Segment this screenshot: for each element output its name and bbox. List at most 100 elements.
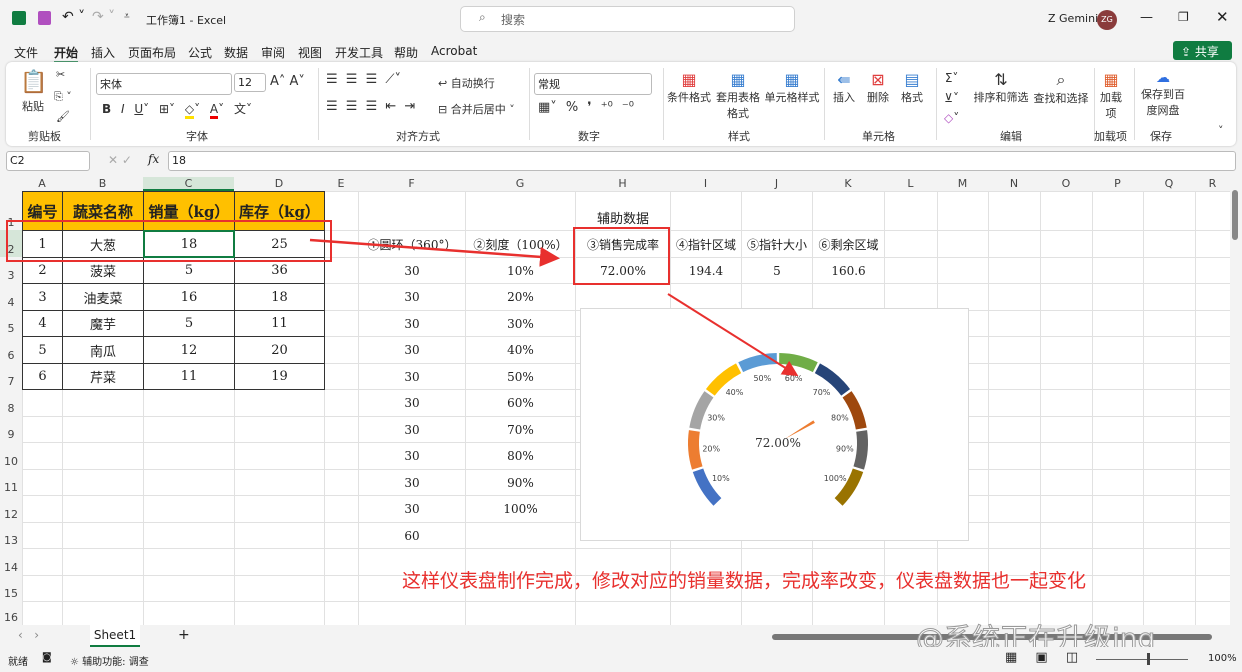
editing-small-icons[interactable]: Σ˅ ⊻˅ ◇˅ <box>944 68 959 128</box>
row-header-14[interactable]: 14 <box>0 548 22 575</box>
align-horiz-buttons[interactable]: ☰ ☰ ☰ ⇤ ⇥ <box>326 99 415 114</box>
scale-value[interactable]: 40% <box>465 336 576 364</box>
table-cell[interactable]: 魔芋 <box>62 310 144 337</box>
aux-header[interactable]: ②刻度（100%） <box>465 230 576 258</box>
add-sheet-button[interactable]: + <box>178 627 190 643</box>
scale-value[interactable]: 90% <box>465 469 576 496</box>
column-header-H[interactable]: H <box>575 177 670 191</box>
row-header-9[interactable]: 9 <box>0 416 22 442</box>
undo-icon[interactable]: ↶ ˅ <box>62 9 85 25</box>
table-cell[interactable]: 18 <box>234 283 325 311</box>
sort-filter-button[interactable]: ⇅ 排序和筛选 <box>970 70 1032 105</box>
font-grow-shrink-icon[interactable]: A˄ A˅ <box>270 74 305 89</box>
row-header-4[interactable]: 4 <box>0 283 22 310</box>
scale-value[interactable]: 70% <box>465 416 576 443</box>
table-cell[interactable]: 南瓜 <box>62 336 144 364</box>
paste-icon[interactable]: 📋 <box>20 70 47 95</box>
scale-value[interactable]: 60% <box>465 389 576 417</box>
table-cell[interactable]: 19 <box>234 363 325 390</box>
table-cell[interactable]: 4 <box>22 310 63 337</box>
scale-value[interactable]: 10% <box>465 257 576 284</box>
merge-center-button[interactable]: ⊟ 合并后居中 ˅ <box>438 101 515 117</box>
cell-styles-button[interactable]: ▦ 单元格样式 <box>762 70 822 105</box>
font-size-select[interactable]: 12 <box>234 73 266 92</box>
ring-value[interactable]: 30 <box>358 257 466 284</box>
tab-insert[interactable]: 插入 <box>91 44 115 61</box>
column-header-P[interactable]: P <box>1092 177 1143 191</box>
table-cell[interactable]: 20 <box>234 336 325 364</box>
format-as-table-button[interactable]: ▦ 套用表格格式 <box>714 70 762 121</box>
zoom-slider-thumb[interactable] <box>1147 653 1150 665</box>
scale-value[interactable]: 80% <box>465 442 576 470</box>
scale-value[interactable]: 100% <box>465 495 576 523</box>
column-header-O[interactable]: O <box>1040 177 1092 191</box>
row-header-16[interactable]: 16 <box>0 601 22 625</box>
gauge-chart[interactable]: 10% 20% 30% 40% 50% 60% 70% 80% 90% 100% 72.00% <box>580 308 969 541</box>
tab-home[interactable]: 开始 <box>54 44 79 63</box>
table-cell[interactable]: 5 <box>143 310 235 337</box>
save-baidu-button[interactable]: ☁ 保存到百度网盘 <box>1140 70 1186 118</box>
aux-header[interactable]: ①圆环（360°） <box>358 230 466 258</box>
column-header-L[interactable]: L <box>884 177 937 191</box>
table-cell[interactable]: 5 <box>22 336 63 364</box>
aux-header[interactable]: ⑤指针大小 <box>741 230 813 258</box>
ring-value[interactable]: 30 <box>358 363 466 390</box>
tab-file[interactable]: 文件 <box>14 44 38 61</box>
redo-icon[interactable]: ↷ ˅ <box>92 9 115 25</box>
column-header-R[interactable]: R <box>1195 177 1230 191</box>
ring-value[interactable]: 30 <box>358 336 466 364</box>
restore-button[interactable]: ❐ <box>1178 10 1189 24</box>
cut-icon[interactable]: ✂ <box>56 68 65 81</box>
accessibility-status[interactable]: ☼ 辅助功能: 调查 <box>70 653 149 668</box>
minimize-button[interactable]: — <box>1140 10 1153 25</box>
tab-view[interactable]: 视图 <box>298 44 322 61</box>
cancel-confirm-icons[interactable]: ✕ ✓ <box>108 153 132 167</box>
save-icon[interactable] <box>38 11 51 25</box>
table-cell[interactable]: 16 <box>143 283 235 311</box>
vertical-scrollbar[interactable] <box>1232 190 1238 240</box>
row-header-11[interactable]: 11 <box>0 469 22 495</box>
align-top-buttons[interactable]: ☰ ☰ ☰ ⟋˅ <box>326 72 401 87</box>
tab-acrobat[interactable]: Acrobat <box>431 44 477 58</box>
column-header-J[interactable]: J <box>741 177 812 191</box>
collapse-ribbon-icon[interactable]: ˅ <box>1218 124 1224 137</box>
aux-value[interactable]: 194.4 <box>670 257 742 284</box>
table-cell[interactable]: 6 <box>22 363 63 390</box>
column-header-C[interactable]: C <box>143 177 234 191</box>
ring-value[interactable]: 30 <box>358 469 466 496</box>
conditional-format-button[interactable]: ▦ 条件格式 <box>664 70 714 105</box>
tab-layout[interactable]: 页面布局 <box>128 44 176 61</box>
formula-input[interactable]: 18 <box>168 151 1236 171</box>
table-cell[interactable]: 3 <box>22 283 63 311</box>
aux-title[interactable]: 辅助数据 <box>575 191 671 231</box>
table-cell[interactable]: 油麦菜 <box>62 283 144 311</box>
ring-value[interactable]: 30 <box>358 495 466 523</box>
column-header-B[interactable]: B <box>62 177 143 191</box>
zoom-slider[interactable] <box>1096 659 1188 660</box>
scale-value[interactable]: 50% <box>465 363 576 390</box>
table-cell[interactable]: 12 <box>143 336 235 364</box>
table-cell[interactable]: 芹菜 <box>62 363 144 390</box>
sheet-nav-arrows[interactable]: ‹ › <box>18 628 39 642</box>
macro-record-icon[interactable]: ◙ <box>42 652 52 663</box>
column-header-Q[interactable]: Q <box>1143 177 1195 191</box>
aux-value[interactable]: 160.6 <box>812 257 885 284</box>
row-header-12[interactable]: 12 <box>0 495 22 522</box>
tab-review[interactable]: 审阅 <box>261 44 285 61</box>
column-header-G[interactable]: G <box>465 177 575 191</box>
fx-icon[interactable]: fx <box>148 152 159 166</box>
format-cells-button[interactable]: ▤ 格式 <box>896 70 928 105</box>
ring-value[interactable]: 60 <box>358 522 466 549</box>
find-select-button[interactable]: ⌕ 查找和选择 <box>1030 70 1092 106</box>
row-header-8[interactable]: 8 <box>0 389 22 416</box>
paste-button[interactable]: 粘贴 <box>22 98 44 114</box>
sheet-tab-sheet1[interactable]: Sheet1 <box>90 625 140 647</box>
row-header-10[interactable]: 10 <box>0 442 22 469</box>
share-button[interactable]: ⇪ 共享 <box>1173 41 1232 60</box>
format-painter-icon[interactable]: 🖌 <box>56 110 70 123</box>
ring-value[interactable]: 30 <box>358 283 466 311</box>
insert-cells-button[interactable]: ⇚ 插入 <box>828 70 860 105</box>
row-header-5[interactable]: 5 <box>0 310 22 336</box>
delete-cells-button[interactable]: ⊠ 删除 <box>862 70 894 105</box>
search-box[interactable]: ⌕ 搜索 <box>460 6 795 32</box>
